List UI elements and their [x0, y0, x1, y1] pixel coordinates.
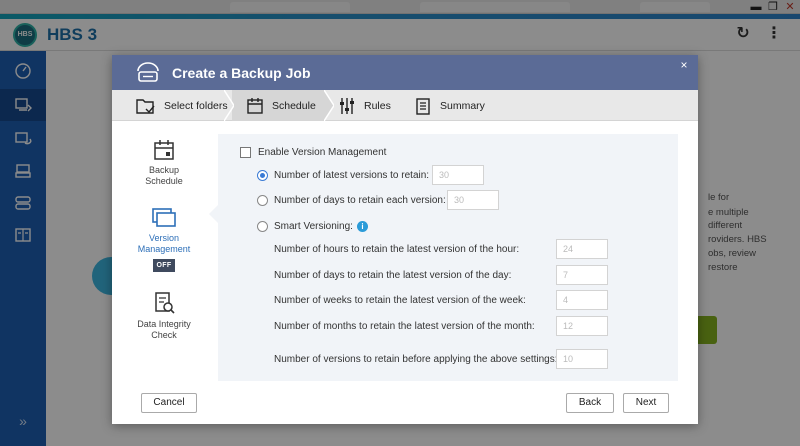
smart-versioning-radio[interactable]: [257, 221, 268, 232]
select-folders-icon: [136, 98, 155, 114]
day-input[interactable]: 7: [556, 265, 608, 285]
radio-label: Smart Versioning:: [274, 221, 353, 232]
nav-label: Schedule: [145, 176, 183, 186]
nav-backup-schedule[interactable]: Backup Schedule: [112, 139, 216, 188]
cancel-button[interactable]: Cancel: [141, 393, 197, 413]
radio-label: Number of days to retain each version:: [274, 195, 446, 206]
step-schedule[interactable]: Schedule: [246, 90, 316, 121]
months-setting-label: Number of months to retain the latest ve…: [274, 321, 535, 332]
months-input[interactable]: 12: [556, 316, 608, 336]
days-retain-input[interactable]: 30: [447, 190, 499, 210]
panel-pointer: [209, 205, 218, 223]
radio-label: Number of latest versions to retain:: [274, 170, 430, 181]
create-backup-job-dialog: Create a Backup Job × Select folders Sch…: [112, 55, 698, 424]
step-summary[interactable]: Summary: [414, 90, 485, 121]
clipboard-icon: [416, 97, 430, 115]
calendar-icon: [247, 97, 263, 114]
hours-setting-label: Number of hours to retain the latest ver…: [274, 244, 520, 255]
day-setting-label: Number of days to retain the latest vers…: [274, 270, 512, 281]
nav-version-management[interactable]: Version Management OFF: [112, 207, 216, 272]
hours-input[interactable]: 24: [556, 239, 608, 259]
enable-version-management[interactable]: Enable Version Management: [240, 147, 386, 158]
wizard-steps: Select folders Schedule Rules Summary: [112, 90, 698, 121]
latest-versions-option[interactable]: Number of latest versions to retain:: [257, 170, 429, 181]
dialog-title: Create a Backup Job: [172, 65, 311, 81]
step-label: Schedule: [272, 99, 316, 112]
backup-job-icon: [137, 62, 159, 82]
before-input[interactable]: 10: [556, 349, 608, 369]
next-button[interactable]: Next: [623, 393, 669, 413]
step-rules[interactable]: Rules: [338, 90, 391, 121]
nav-label: Management: [137, 244, 191, 254]
weeks-setting-label: Number of weeks to retain the latest ver…: [274, 295, 526, 306]
latest-versions-input[interactable]: 30: [432, 165, 484, 185]
days-retain-radio[interactable]: [257, 195, 268, 206]
latest-versions-radio[interactable]: [257, 170, 268, 181]
days-retain-option[interactable]: Number of days to retain each version:: [257, 195, 446, 206]
status-badge: OFF: [152, 258, 176, 272]
nav-label: Data Integrity: [137, 318, 191, 329]
step-separator-icon: [324, 90, 334, 121]
back-button[interactable]: Back: [566, 393, 614, 413]
enable-version-management-checkbox[interactable]: [240, 147, 251, 158]
nav-label: Version: [148, 232, 180, 243]
weeks-input[interactable]: 4: [556, 290, 608, 310]
step-select-folders[interactable]: Select folders: [136, 90, 228, 121]
nav-label: Backup: [148, 164, 180, 175]
versions-icon: [152, 208, 176, 227]
calendar-icon: [154, 140, 174, 160]
sliders-icon: [340, 97, 354, 114]
version-management-panel: Enable Version Management Number of late…: [218, 134, 678, 381]
nav-data-integrity-check[interactable]: Data Integrity Check: [112, 291, 216, 342]
nav-label: Check: [151, 330, 177, 340]
integrity-check-icon: [155, 292, 175, 314]
info-icon[interactable]: i: [356, 221, 368, 232]
checkbox-label: Enable Version Management: [258, 147, 387, 158]
before-setting-label: Number of versions to retain before appl…: [274, 354, 558, 365]
step-label: Summary: [440, 99, 485, 112]
dialog-close-button[interactable]: ×: [677, 58, 691, 72]
smart-versioning-option[interactable]: Smart Versioning: i: [257, 221, 368, 232]
settings-nav: Backup Schedule Version Management OFF D…: [112, 121, 216, 387]
step-label: Rules: [364, 99, 391, 112]
step-label: Select folders: [164, 99, 228, 112]
dialog-header: Create a Backup Job ×: [112, 55, 698, 90]
